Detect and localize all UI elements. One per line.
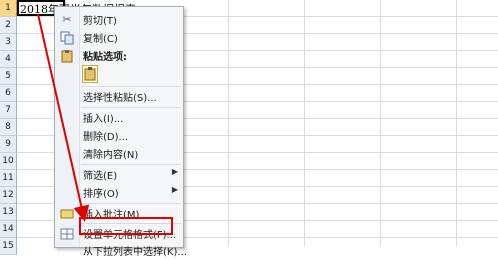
annotation-arrow	[37, 13, 90, 222]
